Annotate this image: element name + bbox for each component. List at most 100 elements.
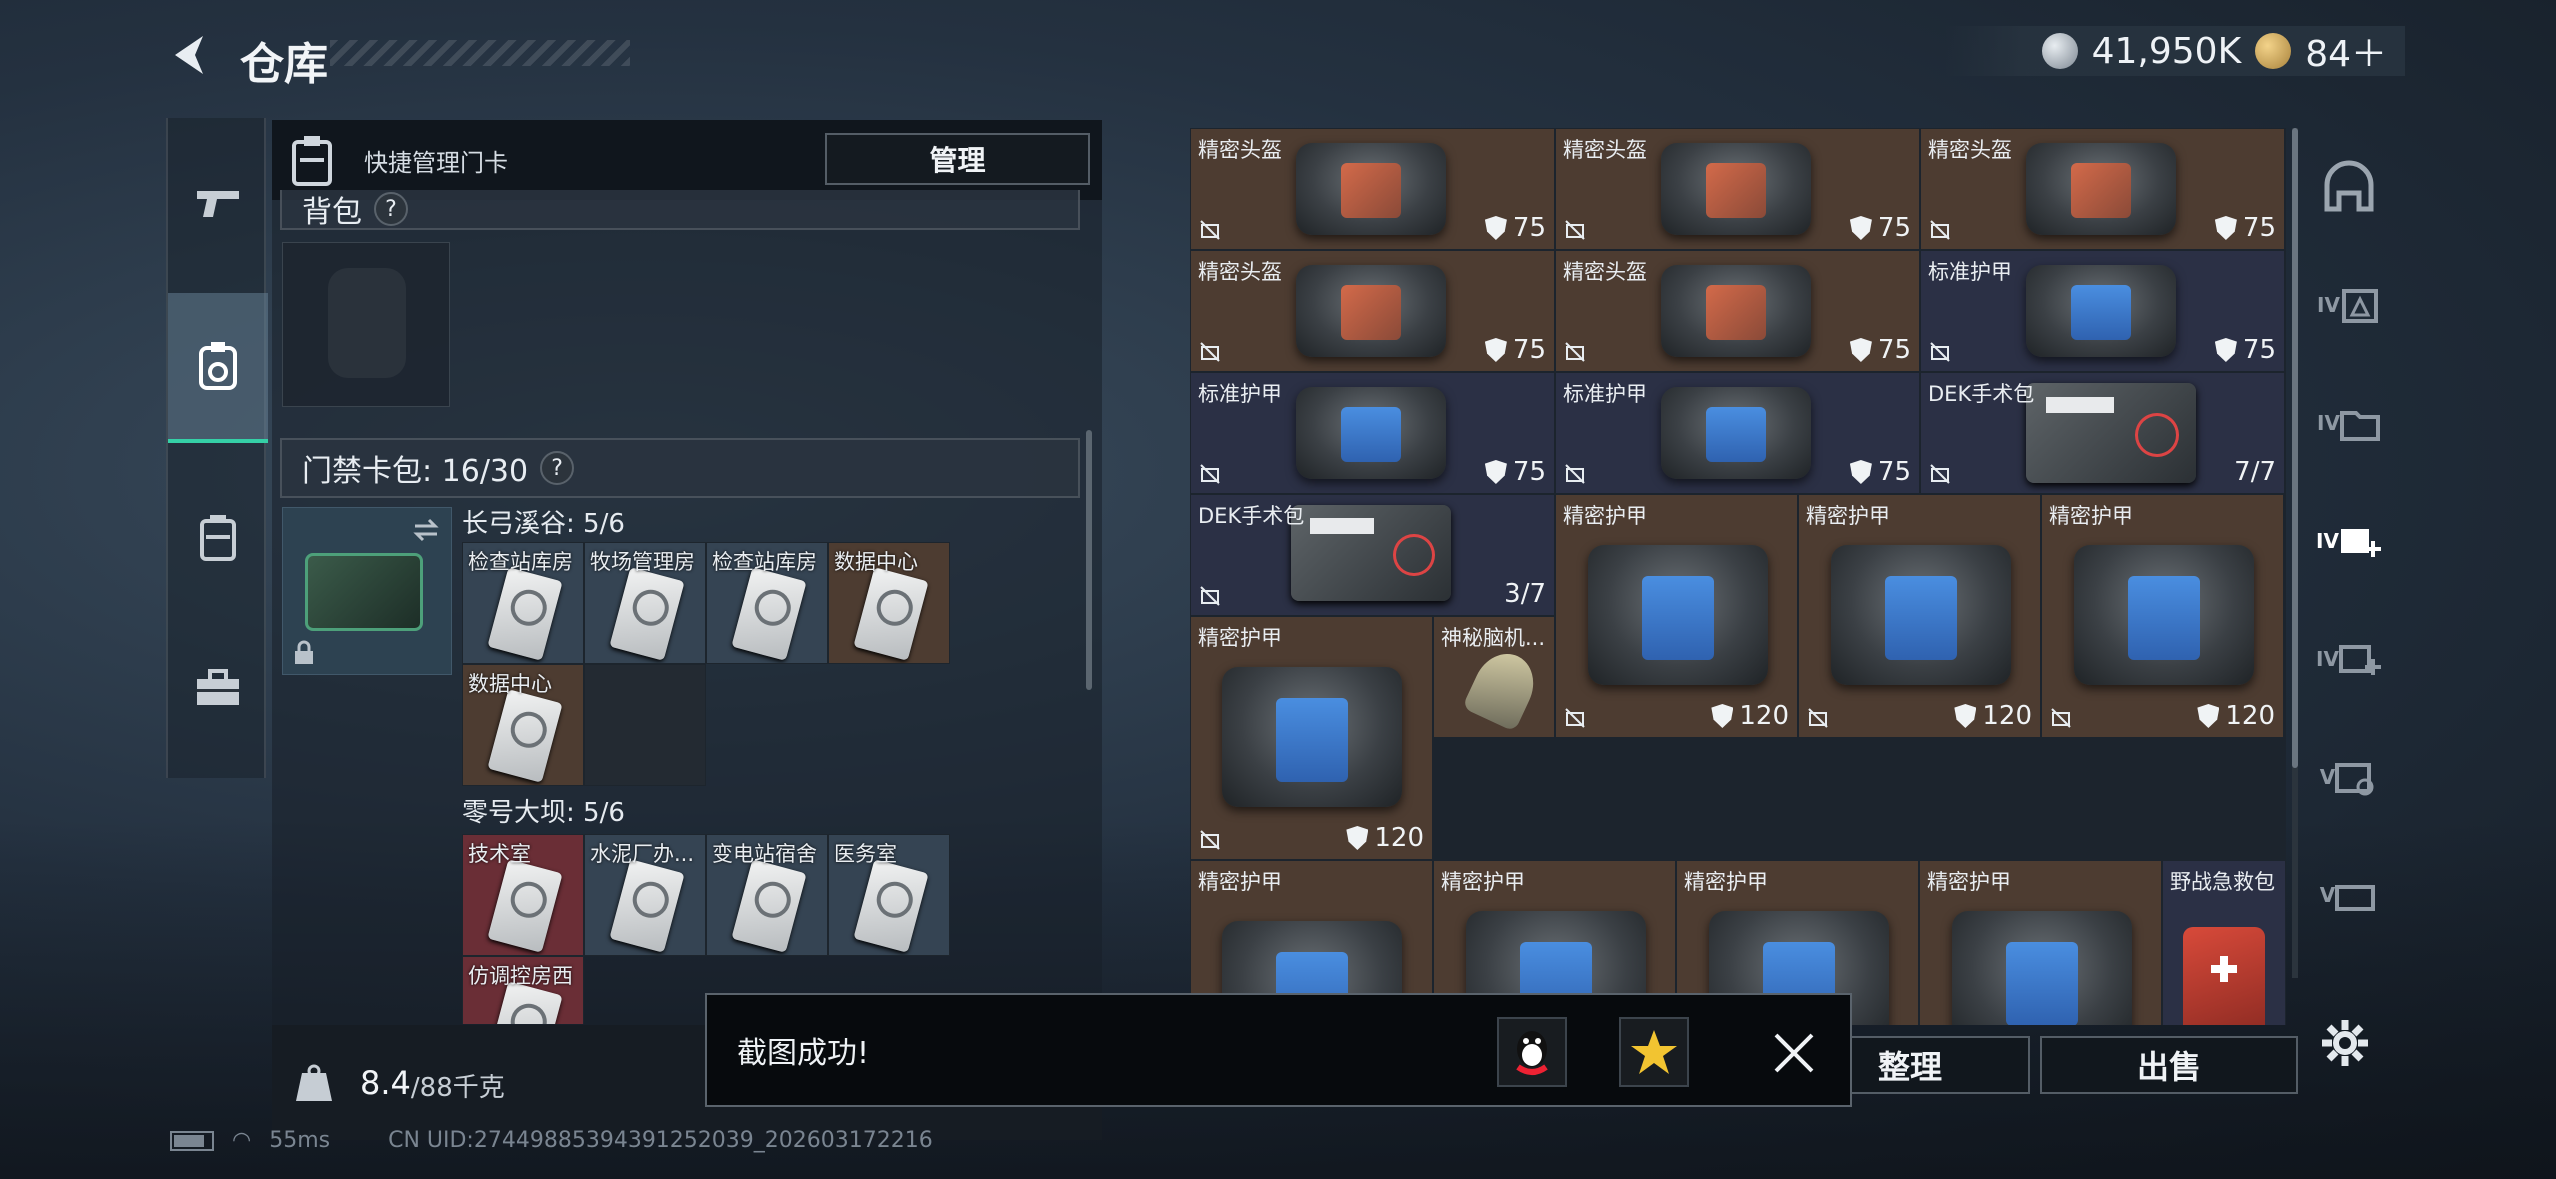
inventory-item[interactable]: 精密头盔 75 xyxy=(1190,128,1555,250)
keycard-item[interactable]: 仿调控房西 xyxy=(462,956,584,1024)
weight-max: /88千克 xyxy=(410,1073,505,1103)
item-name: 精密头盔 xyxy=(1563,260,1647,284)
keycard-item[interactable]: 水泥厂办... xyxy=(584,834,706,956)
keycard-empty-slot[interactable] xyxy=(584,664,706,786)
qq-share-button[interactable] xyxy=(1497,1017,1567,1087)
keycard-item[interactable]: 技术室 xyxy=(462,834,584,956)
keycard-item[interactable]: 变电站宿舍 xyxy=(706,834,828,956)
inventory-item[interactable]: 精密头盔 75 xyxy=(1555,250,1920,372)
no-drop-icon xyxy=(1565,220,1585,240)
inventory-item[interactable]: 精密头盔 75 xyxy=(1920,128,2285,250)
keycard-item[interactable]: 数据中心 xyxy=(462,664,584,786)
keycard-image xyxy=(731,859,807,953)
inventory-item[interactable]: 精密护甲120 xyxy=(2041,494,2284,738)
backpack-slot[interactable] xyxy=(282,242,450,407)
filter-tier-iv-medical[interactable]: IV xyxy=(2304,482,2394,600)
inventory-item[interactable]: 神秘脑机... xyxy=(1433,616,1555,738)
quick-manage-bar: 快捷管理门卡 管理 xyxy=(272,120,1102,200)
help-icon[interactable]: ? xyxy=(540,451,575,485)
filter-tier-v-2[interactable]: V xyxy=(2304,836,2394,954)
inventory-item[interactable]: 精密护甲120 xyxy=(1190,616,1433,860)
tier-iv-label: IV xyxy=(2317,411,2340,435)
inventory-item[interactable]: 精密护甲120 xyxy=(1555,494,1798,738)
gear-bag-image xyxy=(1587,545,1768,685)
keycard-item[interactable]: 检查站库房 xyxy=(462,542,584,664)
manage-button[interactable]: 管理 xyxy=(825,133,1090,185)
rail-item-weapons[interactable] xyxy=(168,128,268,278)
right-filter-rail: IV IV IV IV V V xyxy=(2296,128,2401,1028)
sell-button[interactable]: 出售 xyxy=(2040,1036,2298,1094)
item-value: 7/7 xyxy=(2234,457,2276,487)
item-value: 120 xyxy=(2197,701,2275,731)
no-drop-icon xyxy=(1808,708,1828,728)
filter-tier-iv-1[interactable]: IV xyxy=(2304,246,2394,364)
keycard-wallet-slot[interactable] xyxy=(282,507,452,675)
inventory-item[interactable]: DEK手术包 3/7 xyxy=(1190,494,1555,616)
no-drop-icon xyxy=(1200,464,1220,484)
swap-icon[interactable] xyxy=(411,516,441,544)
armor-shield-icon xyxy=(1484,216,1507,240)
weight-kg-icon xyxy=(296,1064,332,1101)
keycard-section-title: 门禁卡包: 16/30 xyxy=(302,454,529,489)
gear-bag-image xyxy=(1296,143,1446,235)
token-amount[interactable]: 84＋ xyxy=(2305,25,2387,77)
rail-item-toolbox[interactable] xyxy=(168,613,268,763)
card-holder-icon xyxy=(292,136,332,186)
inventory-item[interactable]: DEK手术包 7/7 xyxy=(1920,372,2285,494)
keycard-item[interactable]: 检查站库房 xyxy=(706,542,828,664)
back-arrow-icon[interactable] xyxy=(165,30,215,80)
gear-bag-image xyxy=(1661,143,1811,235)
ping-text: 55ms xyxy=(269,1128,331,1153)
inventory-item[interactable]: 精密头盔 75 xyxy=(1190,250,1555,372)
tier-iv-label: IV xyxy=(2316,647,2339,671)
inventory-item[interactable]: 精密护甲120 xyxy=(1798,494,2041,738)
title-decoration xyxy=(330,40,630,66)
keycard-item[interactable]: 医务室 xyxy=(828,834,950,956)
left-panel-scrollbar[interactable] xyxy=(1086,430,1092,690)
no-drop-icon xyxy=(1565,342,1585,362)
medkit-plus-icon xyxy=(2340,529,2381,557)
item-name: 标准护甲 xyxy=(1563,382,1647,406)
item-value: 75 xyxy=(2214,213,2276,243)
keycard-item[interactable]: 数据中心 xyxy=(828,542,950,664)
no-drop-icon xyxy=(1200,586,1220,606)
gear-bag-image xyxy=(1296,265,1446,357)
no-drop-icon xyxy=(2051,708,2071,728)
rail-item-gear[interactable] xyxy=(168,293,268,443)
gear-bag-image xyxy=(1222,667,1402,807)
lock-icon xyxy=(295,640,313,664)
warehouse-screen: 仓库 41,950K 84＋ 快捷管理门卡 管理 背包 ? 门禁卡包: 16/3… xyxy=(0,0,2556,1179)
inventory-item[interactable]: 精密护甲120 xyxy=(1919,860,2162,1025)
currency-amount: 41,950K xyxy=(2091,30,2242,72)
keycard-group-2-title: 零号大坝: 5/6 xyxy=(462,798,625,828)
help-icon[interactable]: ? xyxy=(374,192,408,226)
keycard-item[interactable]: 牧场管理房 xyxy=(584,542,706,664)
keycard-image xyxy=(609,859,685,953)
keycard-image xyxy=(853,567,929,661)
settings-gear-icon[interactable] xyxy=(2320,1018,2370,1068)
filter-helmet[interactable] xyxy=(2304,128,2394,246)
backpack-title: 背包 xyxy=(302,195,362,230)
item-name: DEK手术包 xyxy=(1198,504,1305,528)
item-name: 神秘脑机... xyxy=(1441,626,1546,650)
inventory-item[interactable]: 标准护甲 75 xyxy=(1920,250,2285,372)
item-value: 3/7 xyxy=(1504,579,1546,609)
container-icon xyxy=(2335,885,2376,911)
gear-bag-image xyxy=(2026,265,2176,357)
item-name: 精密护甲 xyxy=(1441,870,1525,894)
filter-tier-iv-2[interactable]: IV xyxy=(2304,364,2394,482)
filter-tier-iv-3[interactable]: IV xyxy=(2304,600,2394,718)
gear-bag-image xyxy=(1951,911,2132,1025)
inventory-item[interactable]: 野战急救包✚220 xyxy=(2162,860,2286,1025)
no-drop-icon xyxy=(1565,464,1585,484)
item-value: 75 xyxy=(1849,213,1911,243)
inventory-item[interactable]: 标准护甲 75 xyxy=(1555,372,1920,494)
ammo-box-icon xyxy=(2335,763,2374,796)
qzone-share-button[interactable] xyxy=(1619,1017,1689,1087)
inventory-item[interactable]: 精密头盔 75 xyxy=(1555,128,1920,250)
keycard-image xyxy=(487,859,563,953)
rail-item-backpack[interactable] xyxy=(168,463,268,613)
inventory-item[interactable]: 标准护甲 75 xyxy=(1190,372,1555,494)
filter-tier-v-1[interactable]: V xyxy=(2304,718,2394,836)
close-icon[interactable] xyxy=(1772,1031,1816,1075)
